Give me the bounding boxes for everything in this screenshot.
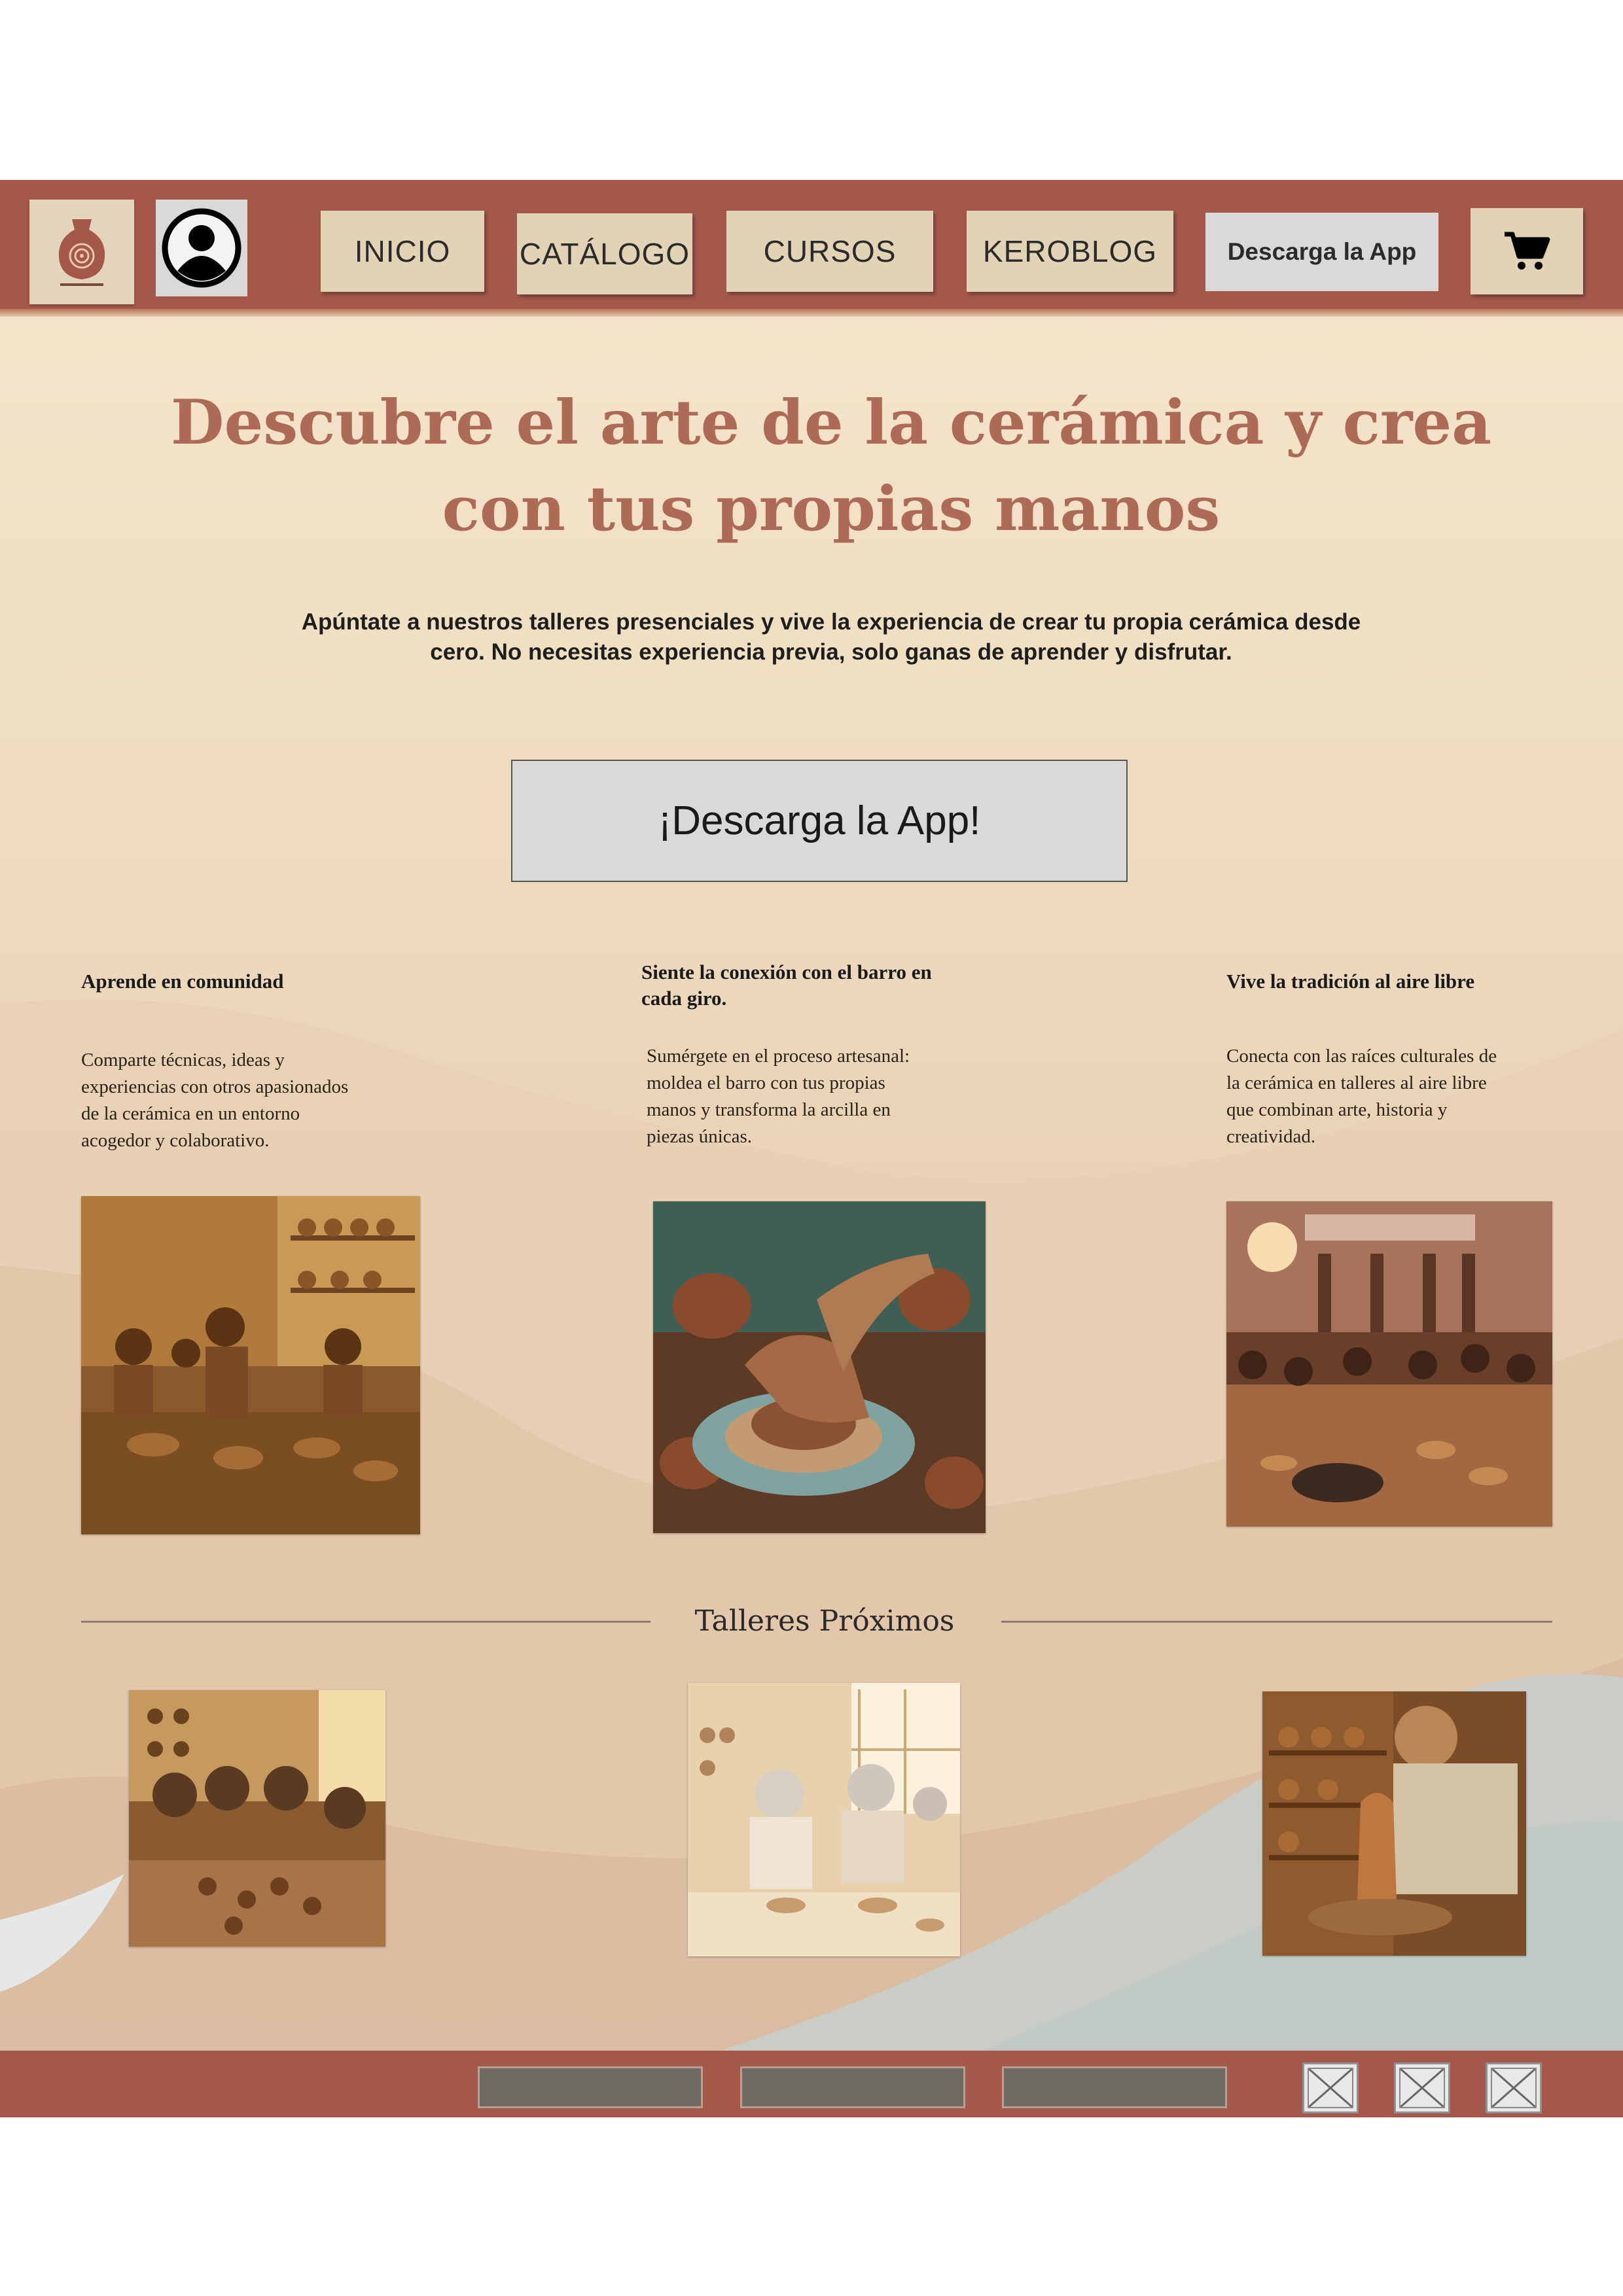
footer-social-1-broken-image-icon[interactable] bbox=[1302, 2062, 1359, 2113]
feature-text-line: piezas únicas. bbox=[647, 1126, 753, 1147]
feature-text-line: de la cerámica en un entorno bbox=[81, 1103, 300, 1124]
footer-link-1[interactable] bbox=[478, 2066, 703, 2108]
nav-inicio[interactable]: INICIO bbox=[321, 211, 484, 292]
outdoor-workshop-photo bbox=[1226, 1201, 1552, 1527]
feature-title-clay: Siente la conexión con el barro en cada … bbox=[641, 959, 1008, 1012]
hero-title-line-2: con tus propias manos bbox=[442, 473, 1221, 545]
feature-text-line: Comparte técnicas, ideas y bbox=[81, 1050, 285, 1070]
hero-subtitle-line-1: Apúntate a nuestros talleres presenciale… bbox=[301, 609, 1361, 635]
profile-button[interactable] bbox=[156, 200, 247, 296]
shopping-cart-icon bbox=[1505, 232, 1550, 270]
footer-link-2[interactable] bbox=[740, 2066, 965, 2108]
upcoming-workshop-kids-photo[interactable] bbox=[129, 1690, 385, 1947]
feature-text-line: Sumérgete en el proceso artesanal: bbox=[647, 1046, 910, 1067]
download-app-button[interactable]: Descarga la App bbox=[1205, 213, 1438, 291]
ceramics-logo[interactable] bbox=[29, 200, 134, 304]
vase-logo-icon bbox=[58, 219, 105, 286]
footer-link-3[interactable] bbox=[1002, 2066, 1227, 2108]
feature-title-community: Aprende en comunidad bbox=[81, 970, 284, 993]
hero-title-line-1: Descubre el arte de la cerámica y crea bbox=[170, 387, 1492, 459]
footer-social-2-broken-image-icon[interactable] bbox=[1394, 2062, 1450, 2113]
hero-subtitle: Apúntate a nuestros talleres presenciale… bbox=[259, 607, 1404, 667]
section-divider-right bbox=[1001, 1621, 1552, 1623]
feature-text-line: la cerámica en talleres al aire libre bbox=[1226, 1072, 1487, 1093]
hero-title: Descubre el arte de la cerámica y crea c… bbox=[0, 380, 1623, 552]
upcoming-workshop-seniors-photo[interactable] bbox=[688, 1683, 960, 1956]
nav-cursos[interactable]: CURSOS bbox=[726, 211, 933, 292]
upcoming-workshops-title: Talleres Próximos bbox=[694, 1604, 955, 1638]
user-profile-icon bbox=[162, 208, 241, 288]
feature-text-line: manos y transforma la arcilla en bbox=[647, 1099, 891, 1120]
footer-social-3-broken-image-icon[interactable] bbox=[1486, 2062, 1542, 2113]
feature-text-line: que combinan arte, historia y bbox=[1226, 1099, 1448, 1120]
pottery-wheel-hands-photo bbox=[653, 1201, 986, 1533]
community-workshop-photo bbox=[81, 1196, 420, 1534]
feature-title-line: Siente la conexión con el barro en bbox=[641, 961, 932, 983]
feature-text-tradition: Conecta con las raíces culturales de la … bbox=[1226, 1043, 1580, 1150]
feature-text-line: acogedor y colaborativo. bbox=[81, 1130, 270, 1151]
feature-text-community: Comparte técnicas, ideas y experiencias … bbox=[81, 1047, 448, 1154]
cart-button[interactable] bbox=[1471, 208, 1583, 294]
feature-text-clay: Sumérgete en el proceso artesanal: molde… bbox=[647, 1043, 1013, 1150]
section-divider-left bbox=[81, 1621, 651, 1623]
upcoming-workshop-potter-photo[interactable] bbox=[1262, 1691, 1526, 1956]
feature-text-line: moldea el barro con tus propias bbox=[647, 1072, 885, 1093]
feature-text-line: Conecta con las raíces culturales de bbox=[1226, 1046, 1497, 1067]
nav-keroblog[interactable]: KEROBLOG bbox=[967, 211, 1173, 292]
feature-text-line: experiencias con otros apasionados bbox=[81, 1076, 349, 1097]
nav-catalogo[interactable]: CATÁLOGO bbox=[517, 213, 692, 294]
feature-title-tradition: Vive la tradición al aire libre bbox=[1226, 970, 1475, 993]
feature-text-line: creatividad. bbox=[1226, 1126, 1316, 1147]
hero-subtitle-line-2: cero. No necesitas experiencia previa, s… bbox=[430, 639, 1232, 665]
download-app-cta-button[interactable]: ¡Descarga la App! bbox=[511, 760, 1128, 882]
feature-title-line: cada giro. bbox=[641, 987, 727, 1010]
